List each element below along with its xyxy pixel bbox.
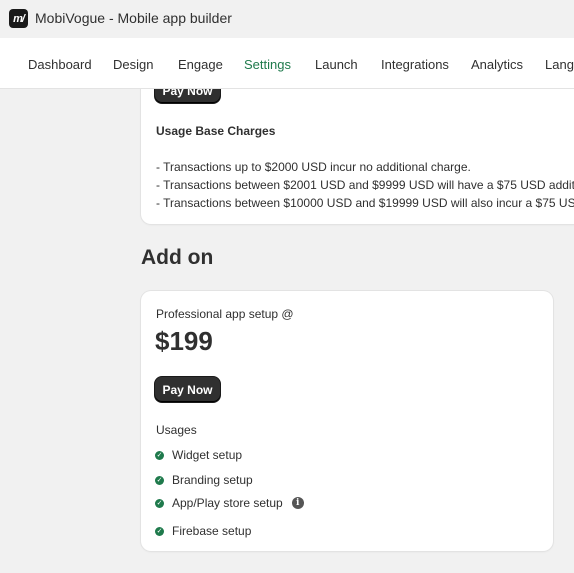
list-item: ✓ Firebase setup bbox=[155, 524, 251, 538]
tab-dashboard-label[interactable]: Dashboard bbox=[28, 57, 92, 72]
tab-integrations-label[interactable]: Integrations bbox=[381, 57, 449, 72]
addon-heading: Add on bbox=[141, 246, 214, 269]
tab-analytics-label[interactable]: Analytics bbox=[471, 57, 523, 72]
tab-design-label[interactable]: Design bbox=[113, 57, 153, 72]
tab-launch-label[interactable]: Launch bbox=[315, 57, 358, 72]
addon-price: $199 bbox=[155, 326, 213, 356]
tab-language-label[interactable]: Langu bbox=[545, 57, 574, 72]
check-circle-icon: ✓ bbox=[155, 526, 164, 536]
info-icon[interactable]: i bbox=[291, 497, 304, 509]
usages-label: Usages bbox=[156, 423, 197, 437]
charge-line: - Transactions between $2001 USD and $99… bbox=[156, 178, 574, 192]
list-item: ✓ Widget setup bbox=[155, 448, 242, 462]
charge-line: - Transactions up to $2000 USD incur no … bbox=[156, 160, 471, 174]
usage-label: App/Play store setup bbox=[172, 496, 283, 510]
window-titlebar: m/ MobiVogue - Mobile app builder bbox=[0, 0, 574, 38]
list-item: ✓ App/Play store setup i bbox=[155, 496, 304, 510]
addon-pay-now-button[interactable]: Pay Now bbox=[155, 377, 220, 402]
tab-settings-label[interactable]: Settings bbox=[244, 57, 291, 72]
plan-pay-now-button[interactable]: Pay Now bbox=[155, 78, 220, 103]
tab-engage-label[interactable]: Engage bbox=[178, 57, 223, 72]
charge-line: - Transactions between $10000 USD and $1… bbox=[156, 196, 574, 210]
usage-label: Branding setup bbox=[172, 473, 253, 487]
check-circle-icon: ✓ bbox=[155, 450, 164, 460]
check-circle-icon: ✓ bbox=[155, 475, 164, 485]
usage-charges-heading: Usage Base Charges bbox=[156, 124, 276, 138]
usage-label: Widget setup bbox=[172, 448, 243, 462]
list-item: ✓ Branding setup bbox=[155, 473, 253, 487]
usage-label: Firebase setup bbox=[172, 524, 252, 538]
app-title: MobiVogue - Mobile app builder bbox=[35, 10, 232, 26]
app-logo-icon: m/ bbox=[9, 9, 28, 28]
check-circle-icon: ✓ bbox=[155, 498, 164, 508]
addon-subtitle: Professional app setup @ bbox=[156, 307, 294, 321]
